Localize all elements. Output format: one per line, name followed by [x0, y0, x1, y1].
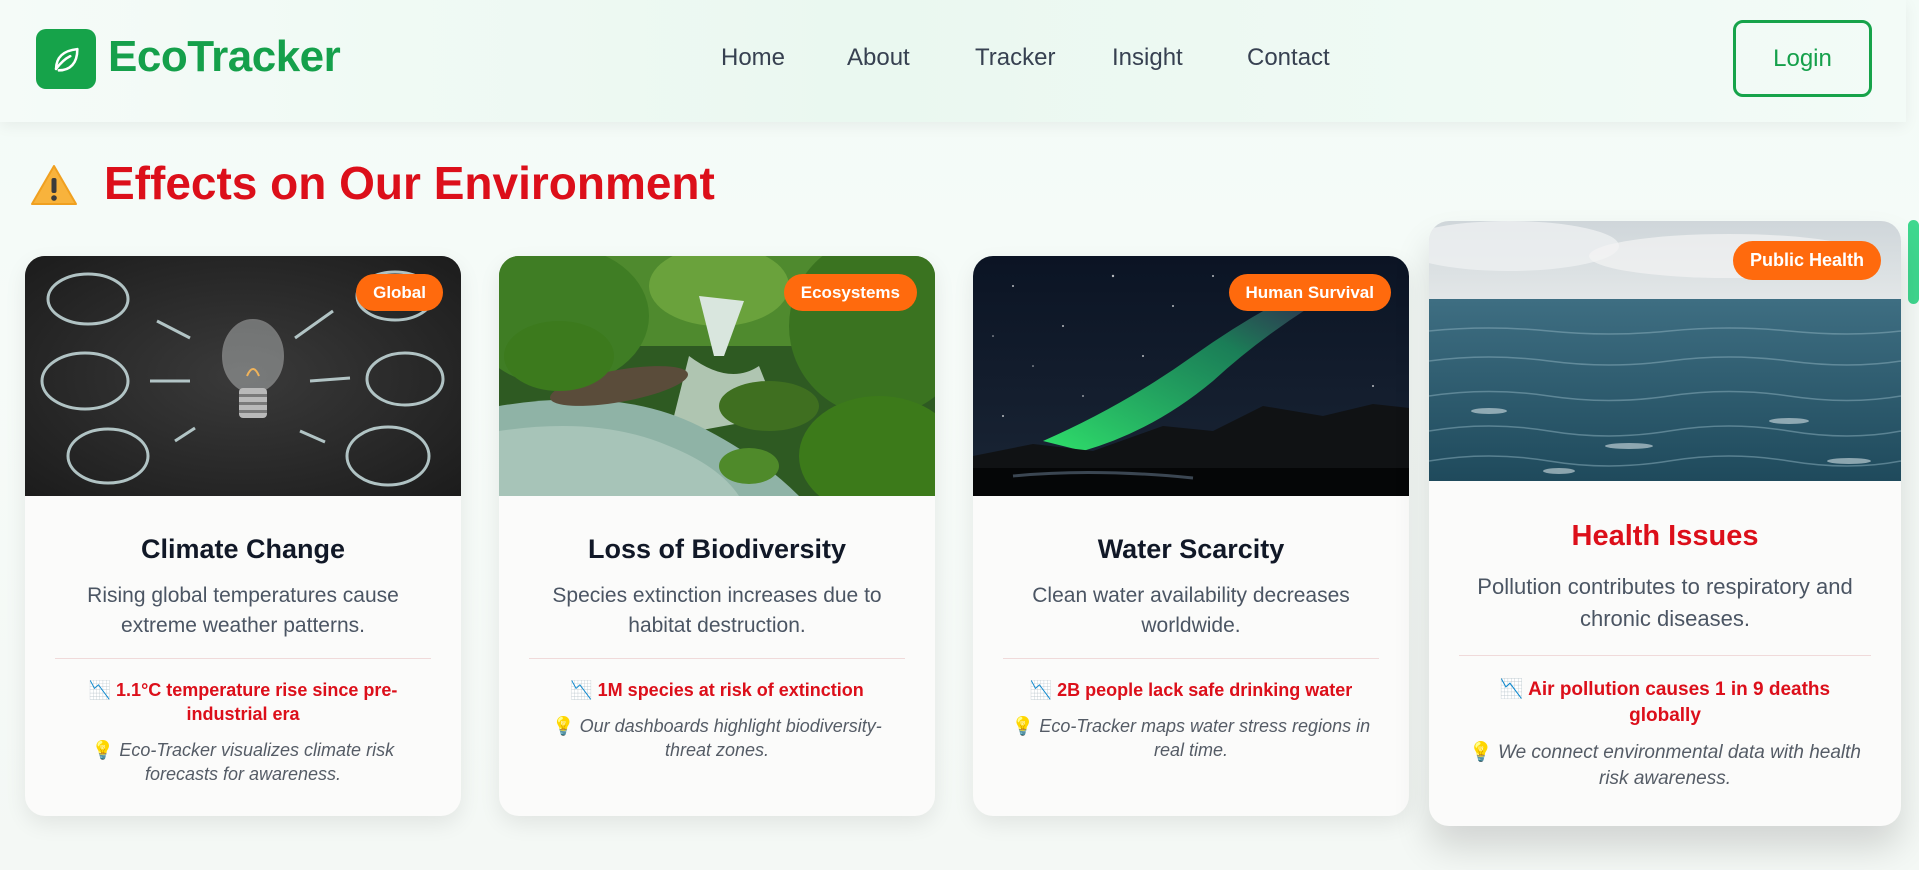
- card-description: Rising global temperatures cause extreme…: [87, 584, 399, 637]
- warning-icon: [31, 165, 77, 205]
- card-title: Loss of Biodiversity: [587, 534, 847, 564]
- card-badge: Public Health: [1732, 241, 1881, 280]
- card-description: Pollution contributes to respiratory and…: [1477, 574, 1853, 631]
- effect-card-biodiversity[interactable]: Ecosystems Loss of Biodiversity Species …: [499, 256, 935, 816]
- card-stat: 📉 2B people lack safe drinking water: [1029, 680, 1353, 700]
- card-description: Species extinction increases due to habi…: [552, 584, 882, 637]
- nav-contact[interactable]: Contact: [1247, 44, 1330, 72]
- card-divider: [55, 658, 431, 659]
- card-title: Health Issues: [1571, 520, 1759, 552]
- card-note: 💡 Eco-Tracker maps water stress regions …: [1011, 716, 1371, 760]
- card-note: 💡 Our dashboards highlight biodiversity-…: [552, 716, 882, 760]
- nav-tracker[interactable]: Tracker: [975, 44, 1055, 72]
- lightbulb-icon: 💡: [1011, 716, 1035, 736]
- card-stat: 📉 Air pollution causes 1 in 9 deaths glo…: [1499, 679, 1831, 726]
- site-header: EcoTracker Home About Tracker Insight Co…: [0, 0, 1906, 122]
- card-stat: 📉 1.1°C temperature rise since pre-indus…: [88, 680, 398, 724]
- card-title: Climate Change: [140, 534, 346, 564]
- card-badge: Ecosystems: [783, 274, 917, 311]
- effect-card-water[interactable]: Human Survival Water Scarcity Clean wate…: [973, 256, 1409, 816]
- leaf-icon: [54, 47, 79, 72]
- nav-home[interactable]: Home: [721, 44, 785, 72]
- lightbulb-icon: 💡: [91, 740, 115, 760]
- card-note: 💡 We connect environmental data with hea…: [1469, 742, 1861, 789]
- nav-insight[interactable]: Insight: [1112, 44, 1183, 72]
- lightbulb-icon: 💡: [1469, 742, 1493, 763]
- card-title: Water Scarcity: [1097, 534, 1285, 564]
- effect-card-climate[interactable]: Global Climate Change Rising global temp…: [25, 256, 461, 816]
- brand-name[interactable]: EcoTracker: [108, 32, 341, 82]
- card-description: Clean water availability decreases world…: [1032, 584, 1350, 637]
- chart-down-icon: 📉: [88, 680, 112, 700]
- card-badge: Human Survival: [1228, 274, 1391, 311]
- chart-down-icon: 📉: [1499, 679, 1524, 700]
- logo-badge[interactable]: [36, 29, 96, 89]
- card-stat: 📉 1M species at risk of extinction: [570, 680, 864, 700]
- card-badge: Global: [356, 274, 443, 311]
- scrollbar-thumb[interactable]: [1908, 220, 1919, 304]
- lightbulb-icon: 💡: [552, 716, 575, 736]
- card-divider: [1459, 655, 1871, 656]
- card-note: 💡 Eco-Tracker visualizes climate risk fo…: [91, 740, 395, 784]
- nav-about[interactable]: About: [847, 44, 910, 72]
- section-title: Effects on Our Environment: [104, 157, 715, 209]
- login-button[interactable]: Login: [1733, 20, 1872, 97]
- effect-card-health[interactable]: Public Health Health Issues Pollution co…: [1429, 221, 1901, 826]
- chart-down-icon: 📉: [1029, 680, 1053, 700]
- card-divider: [1003, 658, 1379, 659]
- card-divider: [529, 658, 905, 659]
- chart-down-icon: 📉: [570, 680, 593, 700]
